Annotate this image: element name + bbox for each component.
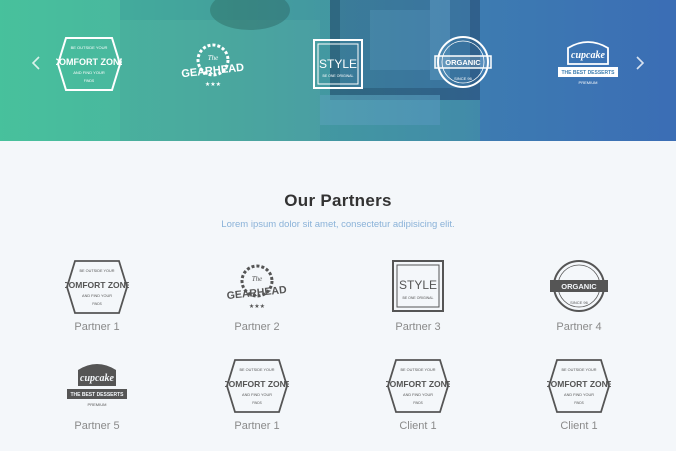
partners-subtitle: Lorem ipsum dolor sit amet, consectetur … [221, 219, 455, 230]
partner-card[interactable]: The GEARHEAD ★★★ Partner 2 [197, 259, 317, 349]
svg-text:FINDS: FINDS [413, 401, 423, 405]
svg-text:PREMIUM: PREMIUM [88, 402, 107, 407]
svg-text:ORGANIC: ORGANIC [445, 58, 481, 67]
svg-text:BE OUTSIDE YOUR: BE OUTSIDE YOUR [80, 269, 115, 273]
svg-text:SINCE 96: SINCE 96 [570, 300, 589, 305]
hero-logo-style: STYLE BE ONE ORIGINAL [313, 39, 363, 89]
style-logo-icon: STYLE BE ONE ORIGINAL [392, 260, 444, 312]
partner-name: Partner 4 [556, 321, 602, 333]
comfort-zone-logo-icon: BE OUTSIDE YOUR COMFORT ZONE AND FIND YO… [65, 260, 129, 314]
svg-text:BE ONE ORIGINAL: BE ONE ORIGINAL [323, 74, 354, 78]
svg-text:★★★: ★★★ [205, 81, 221, 88]
svg-text:cupcake: cupcake [571, 50, 605, 61]
cupcake-logo-icon: cupcake THE BEST DESSERTS PREMIUM [67, 364, 127, 407]
svg-text:GEARHEAD: GEARHEAD [226, 284, 287, 302]
gearhead-logo-icon: The GEARHEAD ★★★ [226, 264, 288, 310]
svg-text:COMFORT ZONE: COMFORT ZONE [56, 57, 122, 67]
partner-card[interactable]: STYLE BE ONE ORIGINAL Partner 3 [358, 259, 478, 349]
chevron-left-icon[interactable] [28, 55, 44, 71]
hero-logo-organic: ORGANIC SINCE 96 [434, 36, 492, 88]
svg-text:FINDS: FINDS [252, 401, 262, 405]
svg-text:The: The [208, 54, 219, 62]
svg-text:COMFORT ZONE: COMFORT ZONE [65, 280, 129, 290]
svg-text:BE OUTSIDE YOUR: BE OUTSIDE YOUR [401, 368, 436, 372]
svg-text:FINDS: FINDS [84, 79, 95, 83]
svg-text:COMFORT ZONE: COMFORT ZONE [386, 379, 450, 389]
svg-text:AND FIND YOUR: AND FIND YOUR [242, 393, 272, 397]
svg-text:AND FIND YOUR: AND FIND YOUR [403, 393, 433, 397]
partner-logo-slider: BE OUTSIDE YOUR COMFORT ZONE AND FIND YO… [0, 0, 676, 141]
svg-text:SINCE 96: SINCE 96 [454, 76, 473, 81]
partner-card[interactable]: BE OUTSIDE YOUR COMFORT ZONE AND FIND YO… [358, 358, 478, 448]
partner-name: Client 1 [560, 420, 598, 432]
svg-text:cupcake: cupcake [80, 373, 114, 384]
chevron-right-icon[interactable] [632, 55, 648, 71]
svg-text:GEARHEAD: GEARHEAD [181, 62, 245, 81]
partner-card[interactable]: cupcake THE BEST DESSERTS PREMIUM Partne… [37, 358, 157, 448]
partner-card[interactable]: BE OUTSIDE YOUR COMFORT ZONE AND FIND YO… [37, 259, 157, 349]
svg-text:BE OUTSIDE YOUR: BE OUTSIDE YOUR [71, 45, 108, 50]
svg-text:ORGANIC: ORGANIC [561, 282, 597, 291]
hero-logo-gearhead: The GEARHEAD ★★★ [181, 43, 245, 88]
partner-card[interactable]: BE OUTSIDE YOUR COMFORT ZONE AND FIND YO… [197, 358, 317, 448]
comfort-zone-logo-icon: BE OUTSIDE YOUR COMFORT ZONE AND FIND YO… [225, 359, 289, 413]
svg-text:AND FIND YOUR: AND FIND YOUR [73, 70, 105, 75]
partner-name: Partner 5 [74, 420, 120, 432]
partner-name: Partner 3 [395, 321, 441, 333]
svg-text:BE OUTSIDE YOUR: BE OUTSIDE YOUR [562, 368, 597, 372]
svg-text:FINDS: FINDS [574, 401, 584, 405]
partner-name: Partner 1 [74, 321, 120, 333]
svg-text:THE BEST DESSERTS: THE BEST DESSERTS [561, 70, 615, 76]
svg-text:BE ONE ORIGINAL: BE ONE ORIGINAL [403, 296, 434, 300]
svg-text:COMFORT ZONE: COMFORT ZONE [225, 379, 289, 389]
comfort-zone-logo-icon: BE OUTSIDE YOUR COMFORT ZONE AND FIND YO… [386, 359, 450, 413]
svg-text:FINDS: FINDS [92, 302, 102, 306]
partner-name: Partner 2 [234, 321, 280, 333]
organic-logo-icon: ORGANIC SINCE 96 [550, 260, 608, 312]
hero-logo-comfort-zone: BE OUTSIDE YOUR COMFORT ZONE AND FIND YO… [56, 37, 122, 91]
comfort-zone-logo-icon: BE OUTSIDE YOUR COMFORT ZONE AND FIND YO… [547, 359, 611, 413]
svg-text:BE OUTSIDE YOUR: BE OUTSIDE YOUR [240, 368, 275, 372]
partners-title: Our Partners [284, 191, 392, 210]
svg-text:PREMIUM: PREMIUM [579, 80, 598, 85]
partner-card[interactable]: ORGANIC SINCE 96 Partner 4 [519, 259, 639, 349]
svg-text:STYLE: STYLE [399, 278, 437, 292]
svg-text:The: The [252, 275, 263, 283]
partner-name: Client 1 [399, 420, 437, 432]
svg-text:AND FIND YOUR: AND FIND YOUR [564, 393, 594, 397]
partner-card[interactable]: BE OUTSIDE YOUR COMFORT ZONE AND FIND YO… [519, 358, 639, 448]
hero-logo-cupcake: cupcake THE BEST DESSERTS PREMIUM [558, 41, 618, 85]
svg-text:COMFORT ZONE: COMFORT ZONE [547, 379, 611, 389]
svg-text:THE BEST DESSERTS: THE BEST DESSERTS [70, 392, 124, 398]
svg-text:AND FIND YOUR: AND FIND YOUR [82, 294, 112, 298]
partner-name: Partner 1 [234, 420, 280, 432]
svg-text:★★★: ★★★ [249, 303, 265, 310]
svg-text:STYLE: STYLE [319, 57, 357, 71]
